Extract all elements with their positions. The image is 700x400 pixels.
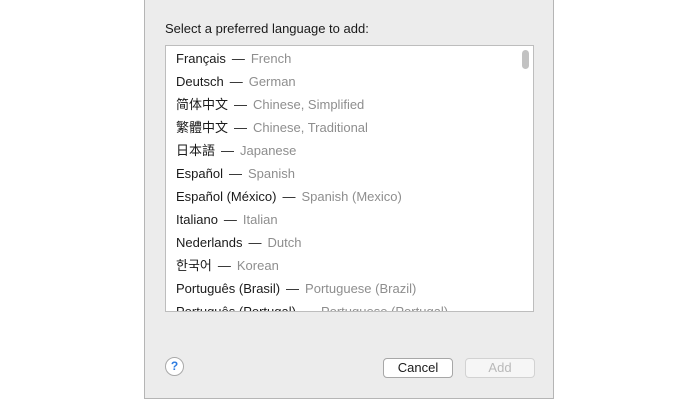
language-list[interactable]: Français — French Deutsch — German 简体中文 — Chin… bbox=[165, 45, 534, 312]
language-row[interactable]: 简体中文 — Chinese, Simplified bbox=[166, 93, 519, 116]
language-native-name: 繁體中文 bbox=[176, 120, 229, 135]
language-row[interactable]: Français — French bbox=[166, 47, 519, 70]
language-english-name: Chinese, Traditional bbox=[253, 120, 368, 135]
language-separator: — bbox=[282, 189, 296, 204]
language-english-name: French bbox=[250, 51, 292, 66]
language-native-name: Nederlands bbox=[176, 235, 243, 250]
list-scrollbar[interactable] bbox=[519, 46, 533, 311]
language-separator: — bbox=[229, 74, 243, 89]
language-row[interactable]: 繁體中文 — Chinese, Traditional bbox=[166, 116, 519, 139]
add-language-dialog: Select a preferred language to add: Fran… bbox=[144, 0, 554, 399]
add-button: Add bbox=[465, 358, 535, 378]
language-english-name: Korean bbox=[236, 258, 279, 273]
language-separator: — bbox=[234, 120, 248, 135]
language-english-name: Portuguese (Brazil) bbox=[305, 281, 417, 296]
language-row[interactable]: 한국어 — Korean bbox=[166, 254, 519, 277]
language-native-name: Português (Portugal) bbox=[176, 304, 296, 312]
language-english-name: Dutch bbox=[267, 235, 302, 250]
language-native-name: 日本語 bbox=[176, 143, 216, 158]
language-row[interactable]: Italiano — Italian bbox=[166, 208, 519, 231]
language-english-name: Chinese, Simplified bbox=[253, 97, 365, 112]
language-separator: — bbox=[234, 97, 248, 112]
language-english-name: Portuguese (Portugal) bbox=[320, 304, 449, 312]
dialog-prompt: Select a preferred language to add: bbox=[165, 21, 369, 36]
question-mark-icon: ? bbox=[170, 359, 179, 373]
language-separator: — bbox=[301, 304, 315, 312]
language-native-name: Português (Brasil) bbox=[176, 281, 281, 296]
language-row[interactable]: Nederlands — Dutch bbox=[166, 231, 519, 254]
language-native-name: 简体中文 bbox=[176, 97, 229, 112]
language-separator: — bbox=[286, 281, 300, 296]
language-english-name: German bbox=[248, 74, 296, 89]
help-button[interactable]: ? bbox=[165, 357, 184, 376]
language-row[interactable]: Deutsch — German bbox=[166, 70, 519, 93]
language-native-name: Español (México) bbox=[176, 189, 277, 204]
language-native-name: Español bbox=[176, 166, 223, 181]
language-separator: — bbox=[228, 166, 242, 181]
language-native-name: 한국어 bbox=[176, 258, 212, 273]
language-separator: — bbox=[231, 51, 245, 66]
language-english-name: Japanese bbox=[240, 143, 297, 158]
language-separator: — bbox=[248, 235, 262, 250]
language-english-name: Spanish bbox=[247, 166, 295, 181]
cancel-button[interactable]: Cancel bbox=[383, 358, 453, 378]
language-row[interactable]: Português (Brasil) — Portuguese (Brazil) bbox=[166, 277, 519, 300]
language-native-name: Italiano bbox=[176, 212, 218, 227]
language-row[interactable]: Español (México) — Spanish (Mexico) bbox=[166, 185, 519, 208]
language-separator: — bbox=[217, 258, 231, 273]
language-separator: — bbox=[223, 212, 237, 227]
language-native-name: Deutsch bbox=[176, 74, 224, 89]
language-separator: — bbox=[221, 143, 235, 158]
language-row[interactable]: Português (Portugal) — Portuguese (Portuga… bbox=[166, 300, 519, 312]
language-english-name: Italian bbox=[242, 212, 278, 227]
language-row[interactable]: 日本語 — Japanese bbox=[166, 139, 519, 162]
language-list-items: Français — French Deutsch — German 简体中文 — Chin… bbox=[166, 47, 519, 312]
language-english-name: Spanish (Mexico) bbox=[301, 189, 402, 204]
language-row[interactable]: Español — Spanish bbox=[166, 162, 519, 185]
language-native-name: Français bbox=[176, 51, 226, 66]
scrollbar-thumb[interactable] bbox=[522, 50, 529, 69]
